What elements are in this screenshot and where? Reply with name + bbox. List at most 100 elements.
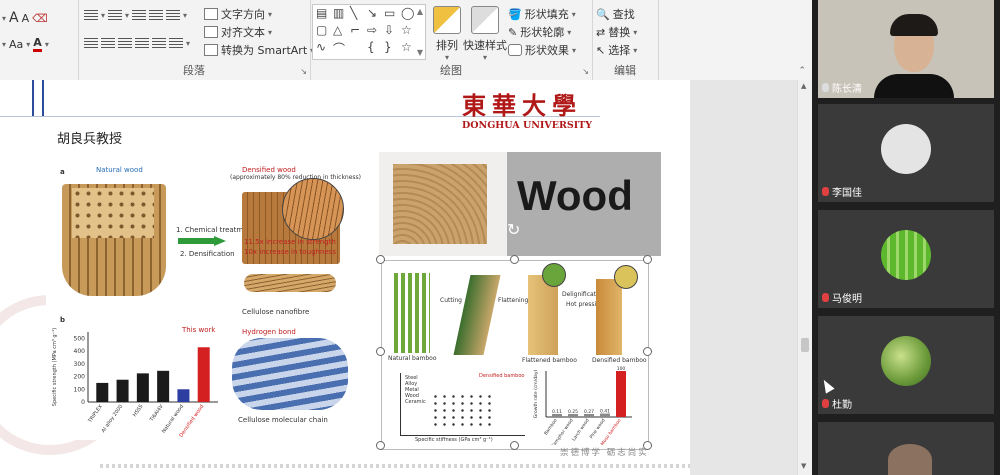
decrease-indent-icon[interactable] — [132, 10, 147, 21]
brace-right-shape-icon[interactable]: } — [384, 40, 392, 54]
align-left-icon[interactable] — [84, 38, 98, 49]
resize-handle-tm[interactable] — [510, 255, 519, 264]
rounded-rect-shape-icon[interactable]: ▢ — [316, 23, 327, 37]
shrink-font-button[interactable]: A — [22, 12, 30, 25]
transparent-wood-photo[interactable]: Wood ↻ — [507, 152, 661, 256]
growth-rate-chart: Growth rate (cm/day) 0.11Bamboo0.25Campho… — [533, 366, 632, 445]
participant-tile[interactable]: 李国佳 — [818, 104, 994, 202]
change-case-button[interactable]: Aa — [9, 38, 23, 51]
participant-name: 杜勤 — [832, 400, 852, 411]
resize-handle-mr[interactable] — [643, 347, 652, 356]
convert-smartart-button[interactable]: 转换为 SmartArt▾ — [204, 42, 314, 58]
shape-outline-button[interactable]: ✎ 形状轮廓 ▾ — [508, 24, 571, 40]
star-shape-icon[interactable]: ☆ — [401, 23, 412, 37]
arrange-button[interactable]: 排列 ▾ — [430, 6, 464, 62]
green-arrow — [178, 236, 226, 246]
wood-sample-natural — [393, 164, 487, 244]
slide-title[interactable]: 胡良兵教授 — [57, 128, 122, 147]
editing-group: 🔍 查找 ⇄ 替换 ▾ ↖ 选择 ▾ 编辑 — [592, 0, 659, 80]
flattened-bamboo — [528, 275, 558, 355]
fibre-bundle — [244, 274, 336, 292]
shapes-more-icon[interactable]: ▼ — [417, 48, 423, 57]
resize-handle-tl[interactable] — [376, 255, 385, 264]
line-spacing-icon[interactable] — [166, 10, 181, 21]
textbox-shape-icon[interactable]: ▤ — [316, 6, 327, 20]
natural-wood-top — [72, 188, 154, 238]
y-tick-label: 200 — [74, 374, 86, 381]
shape-effects-button[interactable]: 形状效果 ▾ — [508, 42, 576, 58]
arrow-right-shape-icon[interactable]: ⇨ — [367, 23, 377, 37]
text-direction-icon — [204, 8, 218, 20]
columns-icon[interactable] — [169, 38, 183, 49]
y-tick-label: 100 — [74, 386, 86, 393]
replace-button[interactable]: ⇄ 替换 ▾ — [596, 24, 637, 40]
densified-wood-figure[interactable]: a Natural wood 1. Chemical treatment 2. … — [46, 162, 362, 440]
curve-shape-icon[interactable]: ∿ — [316, 40, 326, 54]
bar-3 — [157, 370, 170, 402]
shape-effects-icon — [508, 44, 522, 56]
natural-bamboo-label: Natural bamboo — [388, 355, 437, 362]
university-motto: 崇德博学 砺志尚实 — [560, 448, 649, 458]
quick-styles-button[interactable]: 快速样式 ▾ — [462, 6, 508, 62]
participant-tile-active[interactable]: 陈长清 — [818, 0, 994, 98]
increase-indent-icon[interactable] — [149, 10, 164, 21]
star2-shape-icon[interactable]: ☆ — [401, 40, 412, 54]
molecular-chain-diagram — [232, 338, 348, 410]
blue-line-decoration-2 — [42, 80, 44, 116]
natural-wood-photo[interactable] — [379, 152, 507, 256]
densified-wood-label: Densified wood — [242, 166, 296, 174]
scroll-down-icon[interactable]: ▼ — [801, 462, 806, 470]
slide[interactable]: 東華大學 DONGHUA UNIVERSITY 胡良兵教授 a Natural … — [0, 80, 690, 475]
scroll-up-icon[interactable]: ▲ — [801, 82, 806, 90]
shapes-scroll-up-icon[interactable]: ▲ — [417, 7, 423, 16]
drawing-launcher-icon[interactable]: ↘ — [582, 67, 589, 76]
participant-name: 陈长清 — [832, 84, 862, 95]
align-text-button[interactable]: 对齐文本 ▾ — [204, 24, 272, 40]
arrow-shape-icon[interactable]: ↘ — [367, 6, 377, 20]
font-color-button[interactable]: A — [33, 36, 42, 52]
mic-muted-icon — [822, 293, 829, 302]
scatter-points — [431, 393, 491, 429]
justify-icon[interactable] — [135, 38, 149, 49]
oval-shape-icon[interactable]: ◯ — [401, 6, 414, 20]
brace-left-shape-icon[interactable]: { — [367, 40, 375, 54]
select-button[interactable]: ↖ 选择 ▾ — [596, 42, 637, 58]
text-direction-button[interactable]: 文字方向 ▾ — [204, 6, 272, 22]
grow-font-button[interactable]: A — [9, 10, 19, 26]
scroll-thumb[interactable] — [801, 338, 809, 352]
triangle-shape-icon[interactable]: △ — [333, 23, 342, 37]
participant-body — [874, 74, 954, 98]
align-right-icon[interactable] — [118, 38, 132, 49]
densified-bamboo — [596, 279, 622, 355]
vertical-scrollbar[interactable]: ▲ ▼ — [797, 80, 813, 475]
bullets-icon[interactable] — [84, 10, 98, 21]
paragraph-launcher-icon[interactable]: ↘ — [300, 67, 307, 76]
participant-tile-partial[interactable] — [818, 422, 994, 475]
rotate-handle-icon[interactable]: ↻ — [507, 220, 520, 239]
rectangle-shape-icon[interactable]: ▭ — [384, 6, 395, 20]
distribute-icon[interactable] — [152, 38, 166, 49]
vertical-textbox-shape-icon[interactable]: ▥ — [333, 6, 344, 20]
quick-styles-icon — [471, 6, 499, 34]
line-shape-icon[interactable]: ╲ — [350, 6, 357, 20]
arrow-down-shape-icon[interactable]: ⇩ — [384, 23, 394, 37]
participant-tile[interactable]: 杜勤 — [818, 316, 994, 414]
resize-handle-tr[interactable] — [643, 255, 652, 264]
bamboo-figure[interactable]: Natural bamboo Cutting Flattening Flatte… — [381, 260, 649, 450]
molecular-chain-label: Cellulose molecular chain — [238, 416, 328, 424]
clear-format-icon[interactable]: ⌫ — [32, 12, 48, 25]
collapse-ribbon-icon[interactable]: ⌃ — [798, 66, 806, 76]
resize-handle-ml[interactable] — [376, 347, 385, 356]
shape-fill-button[interactable]: 🪣 形状填充 ▾ — [508, 6, 576, 22]
find-button[interactable]: 🔍 查找 — [596, 6, 635, 22]
growth-y-label: Growth rate (cm/day) — [533, 370, 539, 419]
resize-handle-bl[interactable] — [376, 441, 385, 450]
bracket-shape-icon[interactable]: ⌒ — [333, 40, 345, 57]
l-shape-icon[interactable]: ⌐ — [350, 23, 360, 37]
numbering-icon[interactable] — [108, 10, 123, 21]
align-center-icon[interactable] — [101, 38, 115, 49]
participant-tile[interactable]: 马俊明 — [818, 210, 994, 308]
shapes-gallery[interactable]: ▤ ▥ ╲ ↘ ▭ ◯ ▢ △ ⌐ ⇨ ⇩ ☆ ∿ ⌒ { } ☆ ▲ ▼ — [312, 4, 426, 60]
scatter-xlabel: Specific stiffness (GPa cm³ g⁻¹) — [415, 437, 493, 443]
resize-handle-bm[interactable] — [510, 441, 519, 450]
